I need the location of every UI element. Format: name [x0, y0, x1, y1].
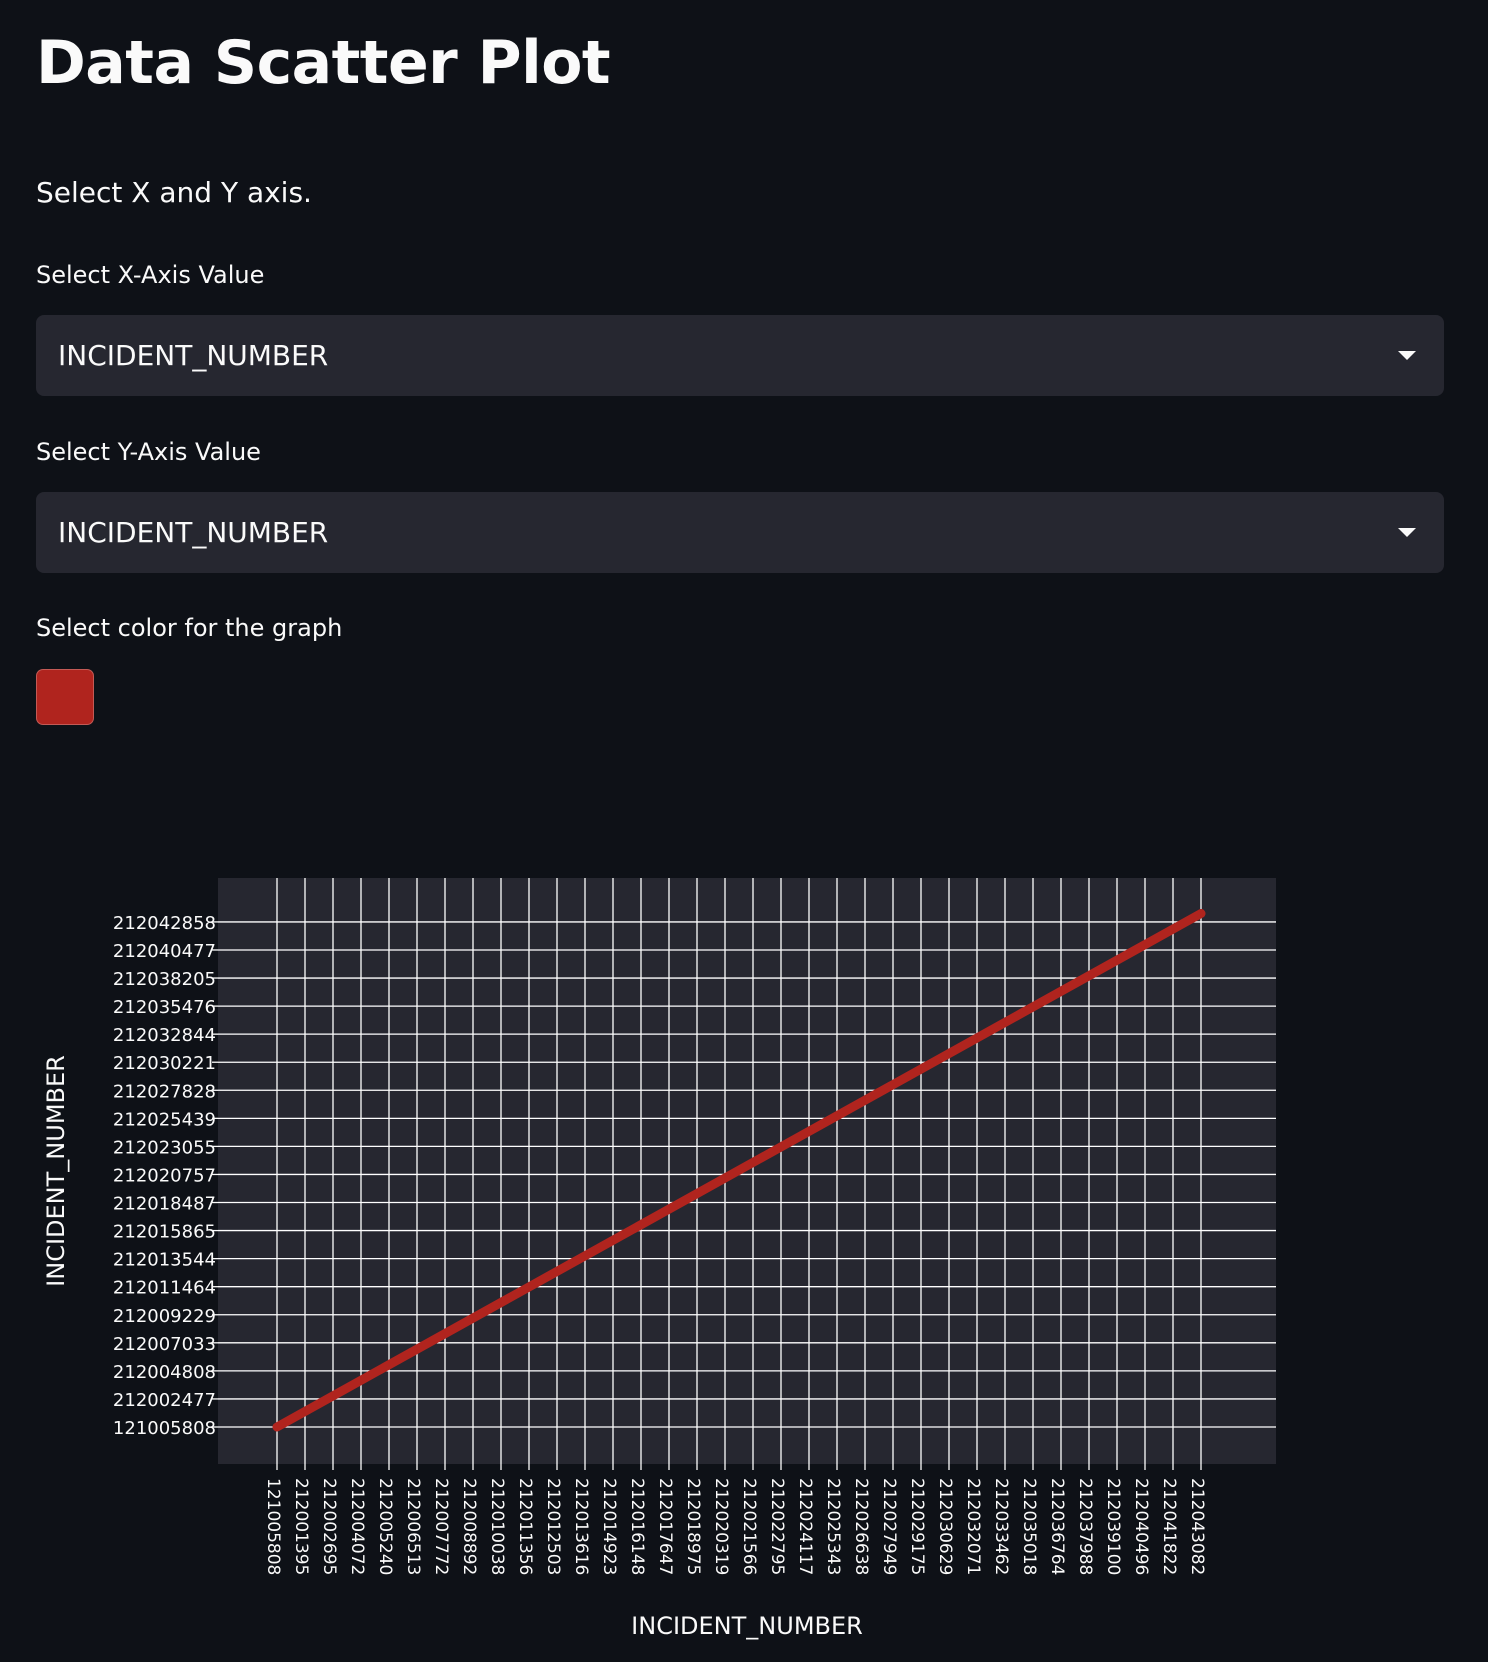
x-tick-label: 212043082: [1187, 1478, 1207, 1575]
x-tick-label: 212018975: [683, 1478, 703, 1575]
x-tick-label: 212017647: [655, 1478, 675, 1575]
instruction-text: Select X and Y axis.: [36, 176, 312, 209]
y-tick-label: 212013544: [113, 1250, 216, 1271]
y-tick-label: 212027828: [113, 1081, 216, 1102]
color-label: Select color for the graph: [36, 614, 343, 642]
x-tick-label: 212039100: [1103, 1478, 1123, 1575]
x-tick-label: 212012503: [543, 1478, 563, 1575]
x-tick-label: 212002695: [319, 1478, 339, 1575]
x-tick-label: 212036764: [1047, 1478, 1067, 1575]
y-axis-selected-value: INCIDENT_NUMBER: [58, 516, 329, 549]
y-tick-label: 212011464: [113, 1278, 216, 1299]
x-tick-label: 212037988: [1075, 1478, 1095, 1575]
y-axis-label: Select Y-Axis Value: [36, 438, 261, 466]
x-tick-label: 212026638: [851, 1478, 871, 1575]
x-tick-label: 212011356: [515, 1478, 535, 1575]
x-tick-label: 212040496: [1131, 1478, 1151, 1575]
y-tick-label: 212038205: [113, 969, 216, 990]
x-tick-label: 212024117: [795, 1478, 815, 1575]
x-tick-label: 212016148: [627, 1478, 647, 1575]
x-axis-ticks: 121005808 212001395 212002695 212004072 2120…: [263, 1464, 1207, 1575]
x-tick-label: 212029175: [907, 1478, 927, 1575]
x-tick-label: 212004072: [347, 1478, 367, 1575]
y-tick-label: 212004808: [113, 1362, 216, 1383]
y-axis-ticks: 121005808 212002477 212004808 212007033 2120…: [113, 913, 218, 1439]
chevron-down-icon: [1398, 351, 1416, 360]
x-tick-label: 212030629: [935, 1478, 955, 1575]
x-tick-label: 212005240: [375, 1478, 395, 1575]
y-tick-label: 212007033: [113, 1334, 216, 1355]
y-tick-label: 121005808: [113, 1418, 216, 1439]
x-tick-label: 212041822: [1159, 1478, 1179, 1575]
y-axis-title: INCIDENT_NUMBER: [42, 1055, 70, 1287]
y-tick-label: 212015865: [113, 1222, 216, 1243]
y-tick-label: 212018487: [113, 1194, 216, 1215]
x-tick-label: 212021566: [739, 1478, 759, 1575]
y-tick-label: 212025439: [113, 1109, 216, 1130]
x-tick-label: 212027949: [879, 1478, 899, 1575]
y-tick-label: 212042858: [113, 913, 216, 934]
x-tick-label: 212014923: [599, 1478, 619, 1575]
x-tick-label: 121005808: [263, 1478, 283, 1575]
y-tick-label: 212035476: [113, 997, 216, 1018]
x-tick-label: 212007772: [431, 1478, 451, 1575]
x-axis-select[interactable]: INCIDENT_NUMBER: [36, 315, 1444, 396]
x-tick-label: 212010038: [487, 1478, 507, 1575]
x-tick-label: 212001395: [291, 1478, 311, 1575]
chevron-down-icon: [1398, 528, 1416, 537]
x-tick-label: 212033462: [991, 1478, 1011, 1575]
y-axis-select[interactable]: INCIDENT_NUMBER: [36, 492, 1444, 573]
x-axis-label: Select X-Axis Value: [36, 261, 265, 289]
y-tick-label: 212020757: [113, 1165, 216, 1186]
y-tick-label: 212002477: [113, 1390, 216, 1411]
x-tick-label: 212020319: [711, 1478, 731, 1575]
page-title: Data Scatter Plot: [36, 28, 611, 98]
y-tick-label: 212040477: [113, 941, 216, 962]
y-tick-label: 212030221: [113, 1053, 216, 1074]
x-tick-label: 212006513: [403, 1478, 423, 1575]
x-axis-selected-value: INCIDENT_NUMBER: [58, 339, 329, 372]
x-tick-label: 212013616: [571, 1478, 591, 1575]
x-tick-label: 212032071: [963, 1478, 983, 1575]
y-tick-label: 212009229: [113, 1306, 216, 1327]
scatter-chart: 121005808 212002477 212004808 212007033 2120…: [42, 878, 1276, 1640]
y-tick-label: 212023055: [113, 1137, 216, 1158]
x-tick-label: 212008892: [459, 1478, 479, 1575]
x-tick-label: 212025343: [823, 1478, 843, 1575]
x-axis-title: INCIDENT_NUMBER: [631, 1612, 863, 1640]
x-tick-label: 212035018: [1019, 1478, 1039, 1575]
y-tick-label: 212032844: [113, 1025, 216, 1046]
x-tick-label: 212022795: [767, 1478, 787, 1575]
color-picker[interactable]: [36, 669, 94, 725]
